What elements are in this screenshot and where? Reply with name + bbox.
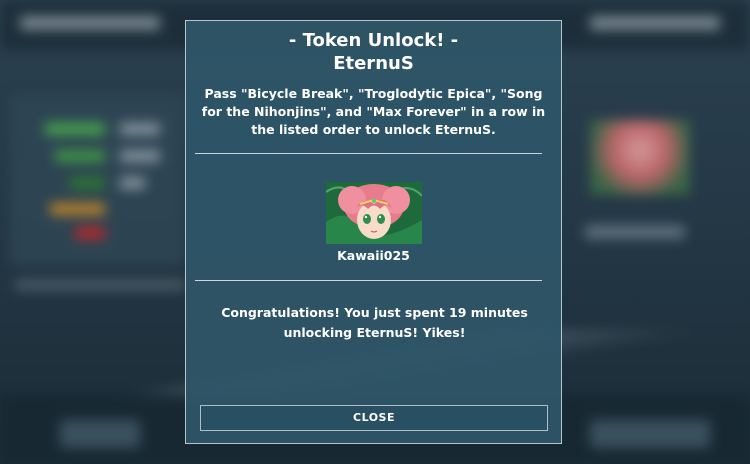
dialog-title: - Token Unlock! - xyxy=(288,30,459,51)
dialog-subtitle: EternuS xyxy=(333,53,414,74)
background-thumbnail xyxy=(590,120,690,195)
background-stats-panel xyxy=(10,95,185,265)
avatar-username: Kawaii025 xyxy=(337,248,410,263)
congratulations-message: Congratulations! You just spent 19 minut… xyxy=(221,305,528,340)
divider xyxy=(195,153,542,154)
divider xyxy=(195,280,542,281)
token-unlock-dialog: - Token Unlock! - EternuS Pass "Bicycle … xyxy=(185,20,562,444)
anime-avatar-image xyxy=(326,182,422,244)
close-button[interactable]: CLOSE xyxy=(200,405,548,431)
unlock-description: Pass "Bicycle Break", "Troglodytic Epica… xyxy=(201,86,546,137)
